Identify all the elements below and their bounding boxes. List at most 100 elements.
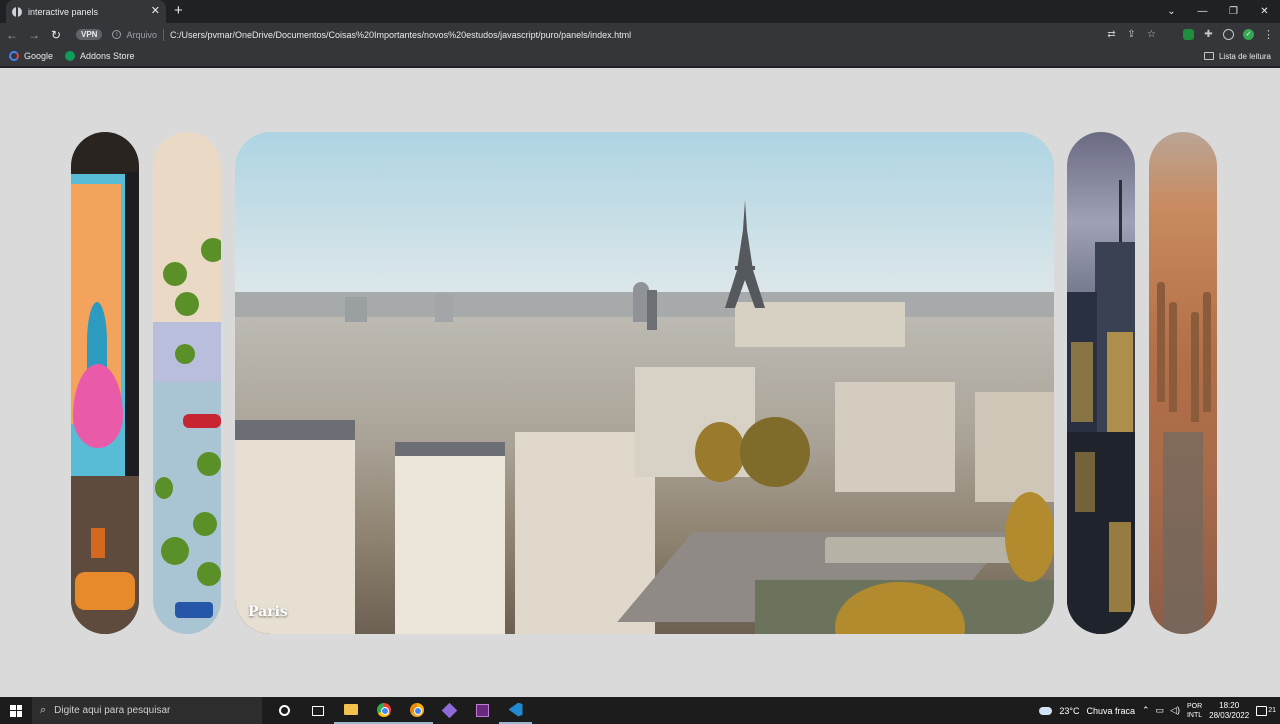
panel-label: Paris (248, 604, 288, 620)
lit-windows (1107, 332, 1133, 432)
task-view-icon (311, 705, 324, 716)
chrome-app[interactable] (367, 697, 400, 724)
system-tray: 23°C Chuva fraca ⌃ ▭ ◁) POR INTL 18:20 2… (1039, 701, 1280, 721)
bookmark-label: Addons Store (80, 51, 135, 61)
reading-list-button[interactable]: Lista de leitura (1203, 51, 1271, 61)
visual-studio-icon (476, 704, 489, 717)
minimize-button[interactable]: — (1187, 0, 1218, 23)
addons-store-icon (65, 51, 76, 61)
network-icon[interactable]: ▭ (1156, 705, 1165, 716)
extension-check-icon[interactable]: ✓ (1243, 29, 1254, 40)
weather-text[interactable]: Chuva fraca (1086, 706, 1135, 716)
palm-tree (175, 292, 199, 316)
bookmark-google[interactable]: Google (9, 51, 53, 61)
street (71, 476, 139, 634)
paris-sky (235, 132, 1054, 302)
chevron-up-icon[interactable]: ⌃ (1142, 705, 1150, 716)
start-button[interactable] (0, 697, 32, 724)
vscode-app[interactable] (499, 697, 532, 724)
browser-tab-strip: interactive panels ✕ + ⌄ — ❐ ✕ (0, 0, 1280, 23)
lang-bottom: INTL (1186, 711, 1203, 719)
notification-icon[interactable] (1256, 705, 1268, 716)
reload-button[interactable]: ↻ (50, 28, 62, 42)
building (735, 302, 905, 347)
windows-taskbar: ⌕ Digite aqui para pesquisar 23°C Chuva … (0, 697, 1280, 724)
panel-2[interactable] (153, 132, 221, 634)
toolbar-actions: ⇄ ⇪ ☆ ✚ ✓ ⋮ (1106, 28, 1274, 41)
chrome-canary-icon (409, 702, 424, 717)
tab-search-icon[interactable]: ⌄ (1156, 0, 1187, 23)
forward-button[interactable]: → (28, 28, 40, 42)
share-icon[interactable]: ⇪ (1126, 29, 1137, 40)
red-umbrella (183, 414, 221, 428)
chrome-canary-app[interactable] (400, 697, 433, 724)
bookmarks-bar: Google Addons Store Lista de leitura (0, 46, 1280, 67)
tree (695, 422, 745, 482)
panel-1[interactable] (71, 132, 139, 634)
browser-toolbar: ← → ↻ VPN i Arquivo C:/Users/pvmar/OneDr… (0, 23, 1280, 46)
palm-tree (163, 262, 187, 286)
reading-list-label: Lista de leitura (1218, 51, 1271, 61)
palm-tree (197, 562, 221, 586)
palm-tree (193, 512, 217, 536)
building (395, 452, 505, 634)
file-explorer-app[interactable] (334, 697, 367, 724)
windows-icon (10, 704, 22, 717)
translate-icon[interactable]: ⇄ (1106, 29, 1117, 40)
clock-time: 18:20 (1219, 700, 1240, 710)
vscode-icon (508, 702, 523, 717)
extensions-puzzle-icon[interactable]: ✚ (1203, 29, 1214, 40)
extension-green-icon[interactable] (1183, 29, 1194, 40)
street-sign (91, 528, 105, 558)
diamond-icon (441, 702, 458, 719)
task-view-button[interactable] (301, 697, 334, 724)
new-tab-button[interactable]: + (174, 3, 183, 18)
lit-windows (1071, 342, 1093, 422)
info-icon[interactable]: i (112, 30, 122, 39)
bookmark-star-icon[interactable]: ☆ (1146, 29, 1157, 40)
panel-4[interactable] (1067, 132, 1135, 634)
clock-date: 28/03/2022 (1209, 710, 1250, 720)
address-bar-url[interactable]: C:/Users/pvmar/OneDrive/Documentos/Coisa… (170, 30, 631, 40)
spire (647, 290, 657, 330)
close-tab-icon[interactable]: ✕ (151, 6, 160, 17)
cortana-button[interactable] (268, 697, 301, 724)
menu-dots-icon[interactable]: ⋮ (1263, 28, 1274, 41)
tree (1005, 492, 1054, 582)
folder-icon (343, 704, 358, 715)
page-content: Paris (0, 68, 1280, 697)
avenue (1163, 432, 1203, 634)
cortana-icon (279, 705, 290, 716)
visual-studio-app[interactable] (466, 697, 499, 724)
spire (1119, 180, 1122, 244)
reading-list-icon (1203, 52, 1214, 60)
eiffel-tower (725, 200, 765, 308)
palm-tree (201, 238, 221, 262)
language-indicator[interactable]: POR INTL (1187, 702, 1202, 720)
bookmark-addons-store[interactable]: Addons Store (65, 51, 135, 61)
bookmark-label: Google (24, 51, 54, 61)
back-button[interactable]: ← (6, 28, 18, 42)
palm-tree (161, 537, 189, 565)
close-window-button[interactable]: ✕ (1249, 0, 1280, 23)
clock[interactable]: 18:20 28/03/2022 (1209, 701, 1249, 721)
palm-tree (175, 344, 195, 364)
billboard-frame (125, 172, 139, 482)
vpn-badge[interactable]: VPN (76, 29, 103, 40)
spire (1191, 312, 1199, 422)
profile-icon[interactable] (1223, 29, 1234, 40)
roof (235, 420, 355, 440)
maximize-button[interactable]: ❐ (1218, 0, 1249, 23)
taskbar-search[interactable]: ⌕ Digite aqui para pesquisar (32, 697, 262, 724)
taskbar-apps (268, 697, 532, 724)
weather-temp[interactable]: 23°C (1059, 706, 1079, 716)
lang-top: POR (1186, 702, 1203, 710)
panel-paris[interactable]: Paris (235, 132, 1054, 634)
volume-icon[interactable]: ◁) (1170, 705, 1180, 716)
diamond-app[interactable] (433, 697, 466, 724)
lit-windows (1109, 522, 1131, 612)
tab-interactive-panels[interactable]: interactive panels ✕ (6, 0, 166, 23)
lit-windows (1075, 452, 1095, 512)
taxi (75, 572, 135, 610)
panel-5[interactable] (1149, 132, 1217, 634)
